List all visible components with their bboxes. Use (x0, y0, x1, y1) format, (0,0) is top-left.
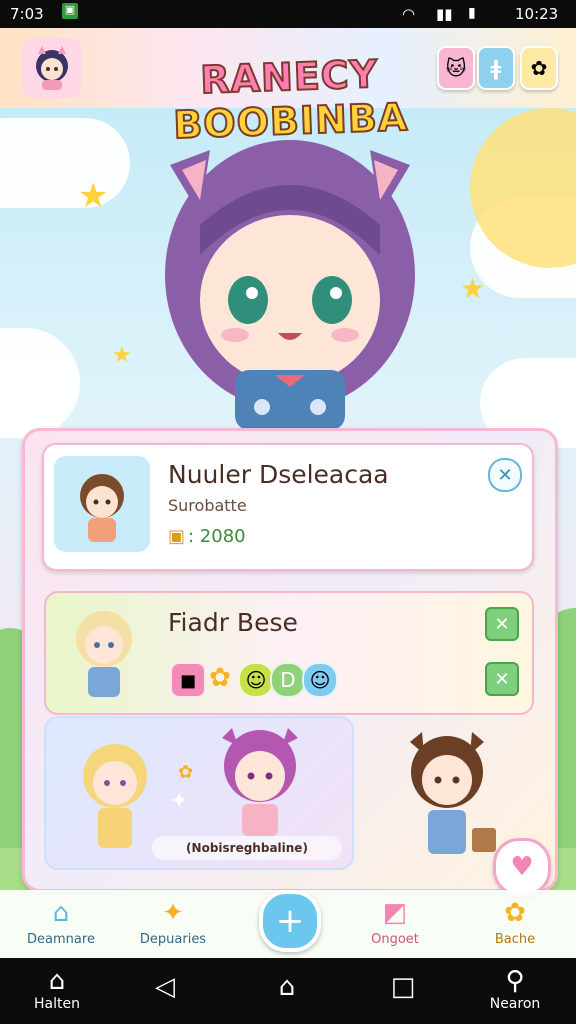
bird-icon: ✦ (162, 898, 184, 928)
status-time: 7:03 (10, 5, 44, 23)
profile-avatar[interactable] (22, 38, 82, 98)
player-name: Nuuler Dseleacaa (168, 460, 389, 489)
nav-deliveries-label: Depuaries (139, 932, 207, 947)
info-icon: ǂ (490, 56, 502, 80)
nav-ongoing[interactable]: ◩ Ongoet (340, 894, 450, 947)
svg-text:✦: ✦ (170, 789, 188, 814)
smile-sticker-icon[interactable]: ☺ (238, 662, 274, 698)
system-home-button[interactable]: ⌂ Halten (22, 966, 92, 1012)
card-icon: ◩ (382, 898, 408, 928)
star-icon: ★ (78, 176, 109, 216)
notification-icon: ▣ (62, 3, 78, 19)
status-clock: 10:23 (515, 5, 559, 23)
check-x-icon: ✕ (494, 668, 510, 690)
square-icon: □ (390, 972, 416, 1002)
heart-icon: ♥ (510, 852, 534, 882)
status-bar: 7:03 ▣ ◠ ▮▮ ▮ 10:23 (0, 0, 576, 28)
plus-icon: + (275, 901, 305, 941)
player-avatar (54, 456, 150, 552)
system-search-button[interactable]: ⚲ Nearon (480, 966, 550, 1012)
system-overview-button[interactable]: ⌂ (252, 972, 322, 1002)
system-search-label: Nearon (489, 996, 541, 1012)
flower-sticker-icon[interactable]: ✿ (204, 662, 236, 694)
system-back-button[interactable]: ◁ (130, 972, 200, 1002)
nav-home[interactable]: ⌂ Deamnare (6, 894, 116, 947)
friend-name: Fiadr Bese (168, 608, 298, 637)
star-icon: ★ (112, 343, 132, 368)
house-icon: ⌂ (48, 966, 66, 996)
coin-icon: ▣ (168, 526, 186, 547)
info-button[interactable]: ǂ (477, 46, 515, 90)
star-icon: ★ (460, 272, 486, 305)
blonde-character-icon (76, 611, 132, 697)
gear-icon: ✿ (530, 56, 548, 80)
nav-badge-label: Bache (494, 932, 536, 947)
avatar-face-icon (36, 46, 68, 90)
sticker-pink-icon[interactable]: ◼ (170, 662, 206, 698)
battery-icon: ▮ (468, 5, 476, 21)
back-triangle-icon: ◁ (155, 972, 175, 1002)
signal-icon: ▮▮ (436, 5, 453, 23)
house-icon: ⌂ (52, 898, 70, 928)
letter-sticker-icon[interactable]: D (270, 662, 306, 698)
check-x-icon: ✕ (494, 613, 510, 635)
home-pentagon-icon: ⌂ (278, 972, 296, 1002)
friend-avatar (54, 597, 154, 705)
friend-reject-button[interactable]: ✕ (485, 662, 519, 696)
banner-label: (Nobisreghbaline) (152, 836, 342, 860)
add-button[interactable]: + (259, 890, 321, 952)
app-title-part1: RANECY (199, 51, 380, 103)
system-recents-button[interactable]: □ (368, 972, 438, 1002)
search-icon: ⚲ (505, 966, 525, 996)
close-icon: ✕ (497, 464, 513, 486)
nav-deliveries[interactable]: ✦ Depuaries (118, 894, 228, 947)
nav-ongoing-label: Ongoet (371, 932, 419, 947)
nav-home-label: Deamnare (27, 932, 95, 947)
blue-smile-sticker-icon[interactable]: ☺ (302, 662, 338, 698)
svg-text:✿: ✿ (178, 762, 193, 783)
boy-avatar-icon (80, 474, 124, 542)
wifi-icon: ◠ (402, 5, 416, 23)
player-close-button[interactable]: ✕ (488, 458, 522, 492)
flower-icon: ✿ (504, 898, 526, 928)
brown-hair-character-illustration (410, 732, 496, 854)
favorite-button[interactable]: ♥ (493, 838, 551, 896)
system-home-label: Halten (34, 996, 80, 1012)
nav-badge[interactable]: ✿ Bache (460, 894, 570, 947)
settings-button[interactable]: ✿ (520, 46, 558, 90)
player-score: : 2080 (188, 526, 246, 547)
friend-accept-button[interactable]: ✕ (485, 607, 519, 641)
hero-character-illustration (165, 140, 415, 430)
player-subtitle: Surobatte (168, 496, 247, 515)
